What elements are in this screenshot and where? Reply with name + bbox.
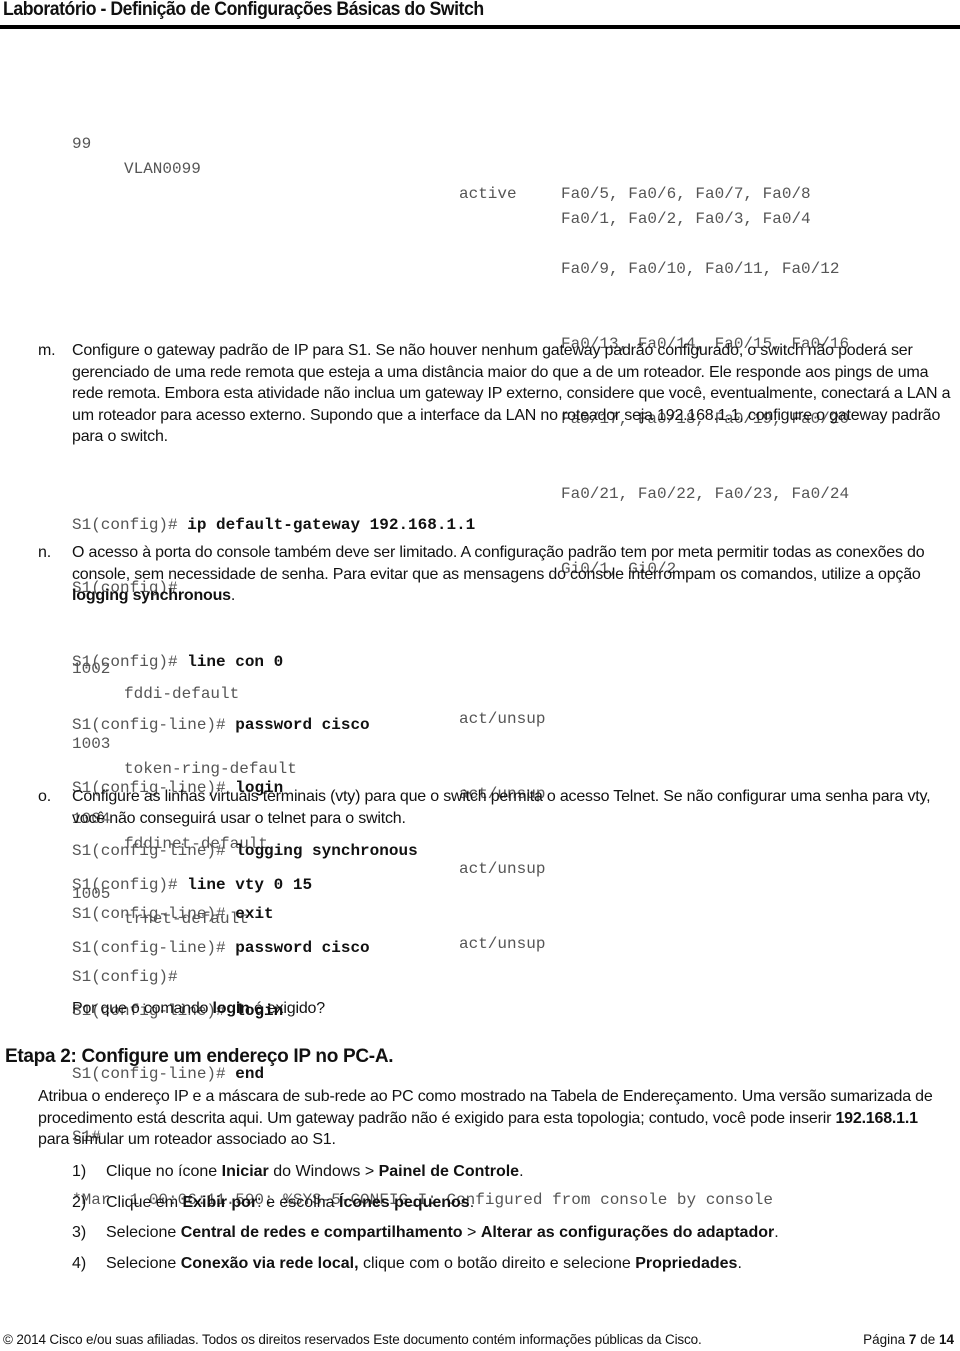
step-n-text: n. O acesso à porta do console também de… — [38, 542, 952, 607]
vlan-ports: Fa0/1, Fa0/2, Fa0/3, Fa0/4 — [561, 210, 811, 228]
step-text-part: do Windows > — [268, 1163, 379, 1180]
cli-command: ip default-gateway 192.168.1.1 — [187, 516, 476, 534]
step-text: Selecione Central de redes e compartilha… — [106, 1224, 779, 1242]
step-text-part: . — [737, 1255, 742, 1272]
vlan-ports: Fa0/5, Fa0/6, Fa0/7, Fa0/8 — [561, 185, 811, 203]
cli-prompt: S1(config)# — [72, 516, 188, 534]
page-of: de — [916, 1332, 939, 1347]
command-line: S1(config)# line con 0 — [72, 653, 418, 680]
step-text-part: . — [519, 1163, 524, 1180]
step-text: Clique no ícone Iniciar do Windows > Pai… — [106, 1163, 524, 1181]
footer-copyright: © 2014 Cisco e/ou suas afiliadas. Todos … — [3, 1332, 702, 1347]
step-number: 1) — [72, 1163, 87, 1180]
step-text-part: . — [469, 1194, 475, 1211]
step-o-body: Configure as linhas virtuais terminais (… — [72, 788, 931, 827]
page-total: 14 — [938, 1332, 954, 1347]
step-m-body: Configure o gateway padrão de IP para S1… — [72, 342, 951, 445]
step-n-body-end: . — [230, 587, 236, 604]
page-number: Página 7 de 14 — [863, 1332, 954, 1347]
cli-prompt: S1(config)# — [72, 876, 188, 894]
page-label: Página — [863, 1332, 909, 1347]
section-title: Etapa 2: Configure um endereço IP no PC-… — [5, 1046, 394, 1067]
step-text-part: . — [774, 1224, 779, 1241]
step-n-body: O acesso à porta do console também deve … — [72, 544, 925, 583]
question-text: Por que o comando — [72, 1000, 213, 1017]
intro-text-end: para simular um roteador associado ao S1… — [38, 1131, 336, 1148]
step-m-marker: m. — [38, 342, 56, 359]
vlan-name: VLAN0099 — [124, 160, 201, 178]
question-text-end: é exigido? — [249, 1000, 325, 1017]
step-number: 2) — [72, 1194, 87, 1211]
vlan-ports-row: Fa0/9, Fa0/10, Fa0/11, Fa0/12 — [72, 257, 892, 282]
step-m-text: m. Configure o gateway padrão de IP para… — [38, 340, 952, 448]
command-line: S1(config-line)# password cisco — [72, 939, 773, 966]
step-text-part: Clique no ícone — [106, 1163, 222, 1180]
step-text-bold: Exibir por — [182, 1194, 258, 1211]
step-text-bold: Painel de Controle — [378, 1163, 520, 1180]
command-line: S1(config)# line vty 0 15 — [72, 876, 773, 903]
cli-prompt: S1(config-line)# — [72, 716, 236, 734]
step-text-bold: Propriedades — [635, 1255, 738, 1272]
command-line: S1(config)# ip default-gateway 192.168.1… — [72, 516, 475, 543]
step-number: 4) — [72, 1255, 87, 1272]
cli-command: line con 0 — [187, 653, 284, 671]
vlan-id: 99 — [72, 135, 92, 153]
command-line: S1(config-line)# password cisco — [72, 716, 418, 743]
vlan-ports: Fa0/21, Fa0/22, Fa0/23, Fa0/24 — [561, 485, 850, 503]
step-n-marker: n. — [38, 544, 51, 561]
step-text-part: Selecione — [106, 1255, 181, 1272]
step-text-bold: Alterar as configurações do adaptador — [480, 1224, 775, 1241]
step-text: Clique em Exibir por: e escolha Ícones p… — [106, 1194, 474, 1212]
cli-prompt: S1(config-line)# — [72, 939, 236, 957]
step-text-bold: Ícones pequenos — [339, 1194, 470, 1211]
cli-command: password cisco — [235, 716, 370, 734]
cli-command: password cisco — [235, 939, 370, 957]
vlan-row: 99 VLAN0099 active Fa0/1, Fa0/2, Fa0/3, … — [72, 107, 892, 228]
step-number: 3) — [72, 1224, 87, 1241]
step-text-part: Clique em — [106, 1194, 183, 1211]
intro-bold: 192.168.1.1 — [835, 1109, 918, 1127]
step-text-bold: Conexão via rede local, — [180, 1255, 359, 1272]
vlan-ports: Fa0/9, Fa0/10, Fa0/11, Fa0/12 — [561, 260, 840, 278]
step-text: Selecione Conexão via rede local, clique… — [106, 1255, 742, 1273]
step-text-part: clique com o botão direito e selecione — [358, 1255, 636, 1272]
cli-prompt: S1(config)# — [72, 653, 188, 671]
question: Por que o comando login é exigido? — [72, 998, 952, 1020]
page-header-title: Laboratório - Definição de Configurações… — [3, 0, 484, 20]
etapa2-intro: Atribua o endereço IP e a máscara de sub… — [38, 1086, 943, 1151]
step-n-bold: logging synchronous — [72, 587, 231, 604]
step-text-bold: Iniciar — [221, 1163, 269, 1180]
question-bold: login — [212, 1000, 250, 1017]
vlan-ports-row: Fa0/5, Fa0/6, Fa0/7, Fa0/8 — [72, 182, 892, 207]
step-text-part: > — [462, 1224, 481, 1241]
step-text-part: Selecione — [106, 1224, 181, 1241]
cli-command: line vty 0 15 — [187, 876, 313, 894]
header-rule — [0, 25, 960, 29]
step-o-text: o. Configure as linhas virtuais terminai… — [38, 786, 952, 829]
intro-text: Atribua o endereço IP e a máscara de sub… — [38, 1088, 933, 1127]
step-o-marker: o. — [38, 788, 51, 805]
step-text-bold: Central de redes e compartilhamento — [180, 1224, 463, 1241]
step-text-part: : e escolha — [257, 1194, 339, 1211]
